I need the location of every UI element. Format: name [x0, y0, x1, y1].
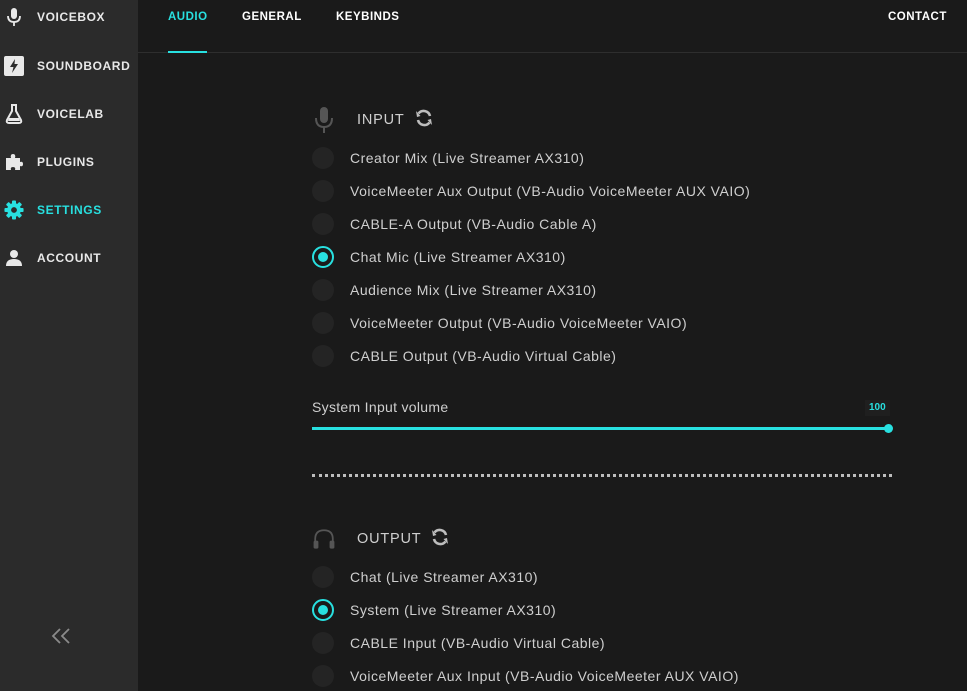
input-section-header: INPUT: [312, 105, 435, 135]
input-device-option[interactable]: VoiceMeeter Output (VB-Audio VoiceMeeter…: [312, 311, 912, 335]
headphones-icon: [312, 524, 336, 554]
device-label: System (Live Streamer AX310): [350, 602, 557, 618]
active-tab-indicator: [168, 51, 207, 53]
sidebar-item-soundboard[interactable]: SOUNDBOARD: [0, 51, 138, 81]
flask-icon: [4, 104, 24, 124]
output-section-header: OUTPUT: [312, 524, 451, 554]
radio-button[interactable]: [312, 632, 334, 654]
sidebar-item-settings[interactable]: SETTINGS: [0, 195, 138, 225]
radio-button[interactable]: [312, 147, 334, 169]
device-label: VoiceMeeter Output (VB-Audio VoiceMeeter…: [350, 315, 688, 331]
user-icon: [4, 248, 24, 268]
input-device-option[interactable]: CABLE-A Output (VB-Audio Cable A): [312, 212, 912, 236]
volume-value: 100: [865, 400, 890, 416]
sidebar-item-label: PLUGINS: [37, 155, 95, 169]
sidebar: VOICEBOX SOUNDBOARD VOICELAB PLUGINS SET…: [0, 0, 138, 691]
sidebar-item-label: ACCOUNT: [37, 251, 102, 265]
section-divider: [312, 474, 892, 477]
radio-button[interactable]: [312, 665, 334, 687]
input-device-option[interactable]: Audience Mix (Live Streamer AX310): [312, 278, 912, 302]
sidebar-item-account[interactable]: ACCOUNT: [0, 243, 138, 273]
output-device-option[interactable]: CABLE Input (VB-Audio Virtual Cable): [312, 631, 912, 655]
input-device-option[interactable]: CABLE Output (VB-Audio Virtual Cable): [312, 344, 912, 368]
lightning-icon: [4, 56, 24, 76]
sidebar-item-label: SETTINGS: [37, 203, 102, 217]
radio-button-selected[interactable]: [312, 246, 334, 268]
section-title: INPUT: [357, 112, 405, 128]
refresh-output-button[interactable]: [429, 528, 451, 550]
radio-button-selected[interactable]: [312, 599, 334, 621]
output-device-option[interactable]: VoiceMeeter Aux Input (VB-Audio VoiceMee…: [312, 664, 912, 688]
device-label: Creator Mix (Live Streamer AX310): [350, 150, 585, 166]
radio-button[interactable]: [312, 213, 334, 235]
sidebar-item-label: VOICEBOX: [37, 10, 106, 24]
refresh-icon: [414, 108, 434, 133]
double-chevron-left-icon: [50, 627, 72, 650]
collapse-sidebar-button[interactable]: [48, 626, 74, 650]
device-label: VoiceMeeter Aux Input (VB-Audio VoiceMee…: [350, 668, 739, 684]
refresh-icon: [430, 527, 450, 552]
input-volume-slider[interactable]: [312, 423, 893, 435]
radio-button[interactable]: [312, 312, 334, 334]
device-label: Chat (Live Streamer AX310): [350, 569, 539, 585]
slider-fill: [312, 427, 892, 430]
volume-label: System Input volume: [312, 399, 449, 415]
device-label: CABLE Output (VB-Audio Virtual Cable): [350, 348, 617, 364]
input-device-option[interactable]: VoiceMeeter Aux Output (VB-Audio VoiceMe…: [312, 179, 912, 203]
input-device-option[interactable]: Chat Mic (Live Streamer AX310): [312, 245, 912, 269]
sidebar-item-label: VOICELAB: [37, 107, 104, 121]
puzzle-icon: [4, 152, 24, 172]
gear-icon: [4, 200, 24, 220]
refresh-input-button[interactable]: [413, 109, 435, 131]
tab-general[interactable]: GENERAL: [242, 11, 302, 23]
device-label: CABLE-A Output (VB-Audio Cable A): [350, 216, 597, 232]
output-device-option[interactable]: Chat (Live Streamer AX310): [312, 565, 912, 589]
radio-button[interactable]: [312, 180, 334, 202]
tab-keybinds[interactable]: KEYBINDS: [336, 11, 399, 23]
radio-button[interactable]: [312, 566, 334, 588]
input-device-option[interactable]: Creator Mix (Live Streamer AX310): [312, 146, 912, 170]
radio-button[interactable]: [312, 279, 334, 301]
microphone-icon: [4, 7, 24, 27]
sidebar-item-plugins[interactable]: PLUGINS: [0, 147, 138, 177]
device-label: Audience Mix (Live Streamer AX310): [350, 282, 597, 298]
device-label: VoiceMeeter Aux Output (VB-Audio VoiceMe…: [350, 183, 751, 199]
top-tab-bar: AUDIO GENERAL KEYBINDS CONTACT: [138, 0, 967, 53]
radio-button[interactable]: [312, 345, 334, 367]
sidebar-item-label: SOUNDBOARD: [37, 59, 131, 73]
sidebar-item-voicelab[interactable]: VOICELAB: [0, 99, 138, 129]
device-label: Chat Mic (Live Streamer AX310): [350, 249, 566, 265]
output-device-option[interactable]: System (Live Streamer AX310): [312, 598, 912, 622]
tab-audio[interactable]: AUDIO: [168, 11, 208, 23]
section-title: OUTPUT: [357, 531, 422, 547]
microphone-icon: [312, 105, 336, 135]
tab-contact[interactable]: CONTACT: [888, 11, 947, 23]
sidebar-item-voicebox[interactable]: VOICEBOX: [0, 2, 138, 32]
slider-thumb[interactable]: [883, 424, 893, 433]
device-label: CABLE Input (VB-Audio Virtual Cable): [350, 635, 606, 651]
